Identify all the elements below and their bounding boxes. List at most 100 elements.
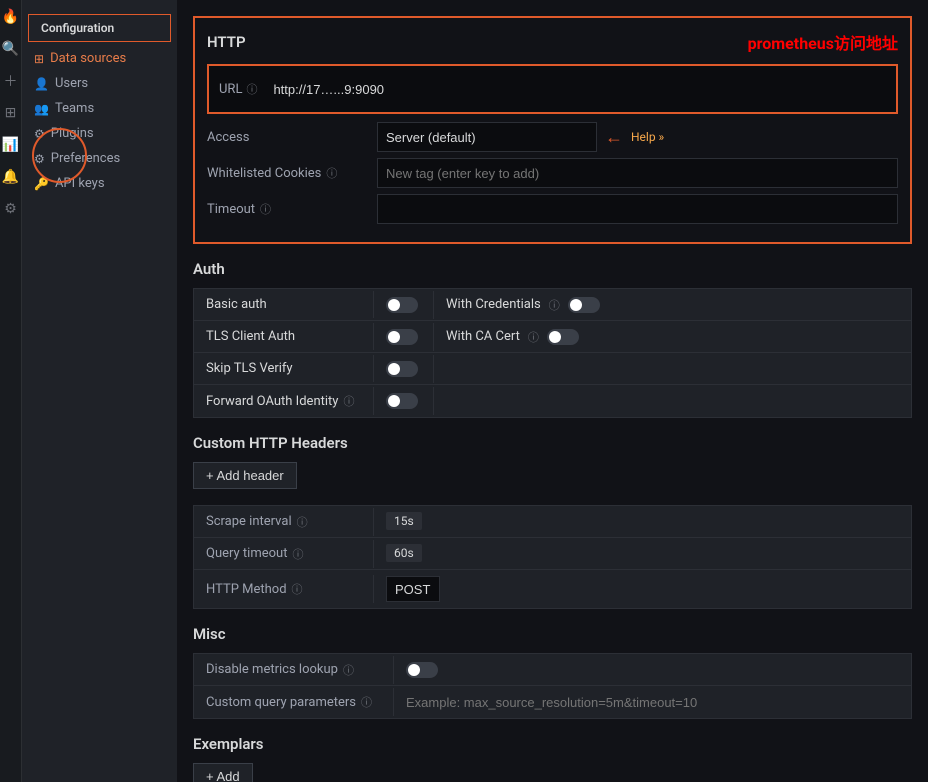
timeout-row: Timeout ⓘ — [207, 194, 898, 224]
access-select[interactable]: Server (default) Browser — [377, 122, 597, 152]
skip-tls-toggle[interactable] — [386, 361, 418, 377]
sidebar-icon-grid[interactable]: ⊞ — [2, 104, 20, 122]
add-exemplar-button[interactable]: + Add — [193, 763, 253, 782]
tls-auth-label: TLS Client Auth — [194, 323, 374, 350]
custom-query-label: Custom query parameters ⓘ — [194, 688, 394, 716]
timeout-input[interactable] — [377, 194, 898, 224]
url-input[interactable] — [265, 74, 886, 104]
with-credentials-toggle[interactable] — [568, 297, 600, 313]
sidebar-item-teams[interactable]: 👥 Teams — [22, 96, 177, 121]
with-ca-cert-toggle[interactable] — [547, 329, 579, 345]
add-header-button[interactable]: + Add header — [193, 462, 297, 489]
http-title: HTTP — [207, 33, 246, 51]
misc-grid: Disable metrics lookup ⓘ Custom query pa… — [193, 653, 912, 719]
query-timeout-info: ⓘ — [292, 546, 303, 562]
sidebar-icon-bell[interactable]: 🔔 — [2, 168, 20, 186]
left-panel: Configuration ⊞ Data sources 👤 Users 👥 T… — [22, 0, 177, 782]
sidebar-item-plugins[interactable]: ⚙ Plugins — [22, 121, 177, 146]
http-method-label: HTTP Method ⓘ — [194, 575, 374, 603]
help-link[interactable]: Help » — [631, 130, 664, 144]
sidebar-item-label-teams: Teams — [55, 101, 94, 116]
nav-section-title: Configuration — [28, 14, 171, 42]
custom-query-input[interactable] — [394, 689, 911, 716]
misc-title: Misc — [193, 625, 912, 643]
disable-metrics-info: ⓘ — [343, 662, 354, 678]
headers-section: Custom HTTP Headers + Add header — [193, 434, 912, 489]
auth-title: Auth — [193, 260, 912, 278]
sidebar-item-label-users: Users — [55, 76, 88, 91]
whitelisted-label: Whitelisted Cookies ⓘ — [207, 165, 377, 181]
skip-tls-right — [434, 363, 911, 375]
sidebar-icon-flame[interactable]: 🔥 — [2, 8, 20, 26]
query-timeout-label: Query timeout ⓘ — [194, 540, 374, 568]
whitelisted-info-icon: ⓘ — [326, 165, 337, 181]
url-label: URL ⓘ — [219, 81, 257, 97]
sidebar-icon-search[interactable]: 🔍 — [2, 40, 20, 58]
oauth-label: Forward OAuth Identity ⓘ — [194, 387, 374, 415]
whitelisted-row: Whitelisted Cookies ⓘ — [207, 158, 898, 188]
disable-metrics-toggle-area — [394, 656, 450, 684]
access-select-wrapper: Server (default) Browser ← Help » — [377, 122, 898, 152]
teams-icon: 👥 — [34, 102, 49, 116]
oauth-toggle-area — [374, 387, 434, 415]
oauth-toggle[interactable] — [386, 393, 418, 409]
disable-metrics-toggle[interactable] — [406, 662, 438, 678]
access-row: Access Server (default) Browser ← Help » — [207, 122, 898, 152]
auth-row-oauth: Forward OAuth Identity ⓘ — [194, 385, 911, 417]
with-ca-cert-area: With CA Cert ⓘ — [434, 323, 911, 351]
sidebar-item-label-plugins: Plugins — [51, 126, 94, 141]
prometheus-label: prometheus访问地址 — [748, 30, 898, 54]
sidebar-item-datasources[interactable]: ⊞ Data sources — [22, 46, 177, 71]
sidebar-icon-plus[interactable]: ＋ — [2, 72, 20, 90]
scrape-interval-info: ⓘ — [297, 514, 308, 530]
sidebar-item-label-apikeys: API keys — [55, 176, 105, 191]
metrics-grid: Scrape interval ⓘ 15s Query timeout ⓘ 60… — [193, 505, 912, 609]
preferences-icon: ⚙ — [34, 152, 45, 166]
scrape-interval-value: 15s — [374, 508, 434, 535]
auth-grid: Basic auth With Credentials ⓘ TLS Client… — [193, 288, 912, 418]
misc-section: Misc Disable metrics lookup ⓘ Custom que… — [193, 625, 912, 719]
access-label: Access — [207, 130, 377, 145]
disable-metrics-label: Disable metrics lookup ⓘ — [194, 656, 394, 684]
basic-auth-toggle-area — [374, 291, 434, 319]
query-timeout-value: 60s — [374, 540, 434, 567]
with-ca-cert-info-icon: ⓘ — [528, 329, 539, 345]
sidebar-icon-gear[interactable]: ⚙ — [2, 200, 20, 218]
auth-section: Auth Basic auth With Credentials ⓘ — [193, 260, 912, 418]
users-icon: 👤 — [34, 77, 49, 91]
basic-auth-toggle[interactable] — [386, 297, 418, 313]
http-section-header: HTTP prometheus访问地址 — [207, 30, 898, 54]
metrics-section: Scrape interval ⓘ 15s Query timeout ⓘ 60… — [193, 505, 912, 609]
scrape-interval-label: Scrape interval ⓘ — [194, 508, 374, 536]
query-timeout-row: Query timeout ⓘ 60s — [194, 538, 911, 570]
auth-row-skip-tls: Skip TLS Verify — [194, 353, 911, 385]
sidebar: 🔥 🔍 ＋ ⊞ 📊 🔔 ⚙ — [0, 0, 22, 782]
arrow-indicator: ← — [605, 127, 623, 148]
main-content: HTTP prometheus访问地址 URL ⓘ Access Server … — [177, 0, 928, 782]
sidebar-item-apikeys[interactable]: 🔑 API keys — [22, 171, 177, 196]
plugins-icon: ⚙ — [34, 127, 45, 141]
custom-query-info: ⓘ — [361, 694, 372, 710]
auth-row-basic: Basic auth With Credentials ⓘ — [194, 289, 911, 321]
sidebar-item-preferences[interactable]: ⚙ Preferences — [22, 146, 177, 171]
skip-tls-label: Skip TLS Verify — [194, 355, 374, 382]
exemplars-section: Exemplars + Add — [193, 735, 912, 782]
sidebar-icon-chart[interactable]: 📊 — [2, 136, 20, 154]
exemplars-title: Exemplars — [193, 735, 912, 753]
headers-title: Custom HTTP Headers — [193, 434, 912, 452]
auth-row-tls: TLS Client Auth With CA Cert ⓘ — [194, 321, 911, 353]
oauth-info-icon: ⓘ — [343, 393, 354, 409]
timeout-label: Timeout ⓘ — [207, 201, 377, 217]
http-section: HTTP prometheus访问地址 URL ⓘ Access Server … — [193, 16, 912, 244]
http-method-info: ⓘ — [292, 581, 303, 597]
url-info-icon: ⓘ — [246, 81, 257, 97]
datasources-icon: ⊞ — [34, 52, 44, 66]
http-method-select[interactable]: POST GET — [386, 576, 440, 602]
scrape-interval-row: Scrape interval ⓘ 15s — [194, 506, 911, 538]
disable-metrics-row: Disable metrics lookup ⓘ — [194, 654, 911, 686]
timeout-info-icon: ⓘ — [260, 201, 271, 217]
sidebar-item-label-datasources: Data sources — [50, 51, 126, 66]
tls-auth-toggle[interactable] — [386, 329, 418, 345]
whitelisted-input[interactable] — [377, 158, 898, 188]
sidebar-item-users[interactable]: 👤 Users — [22, 71, 177, 96]
